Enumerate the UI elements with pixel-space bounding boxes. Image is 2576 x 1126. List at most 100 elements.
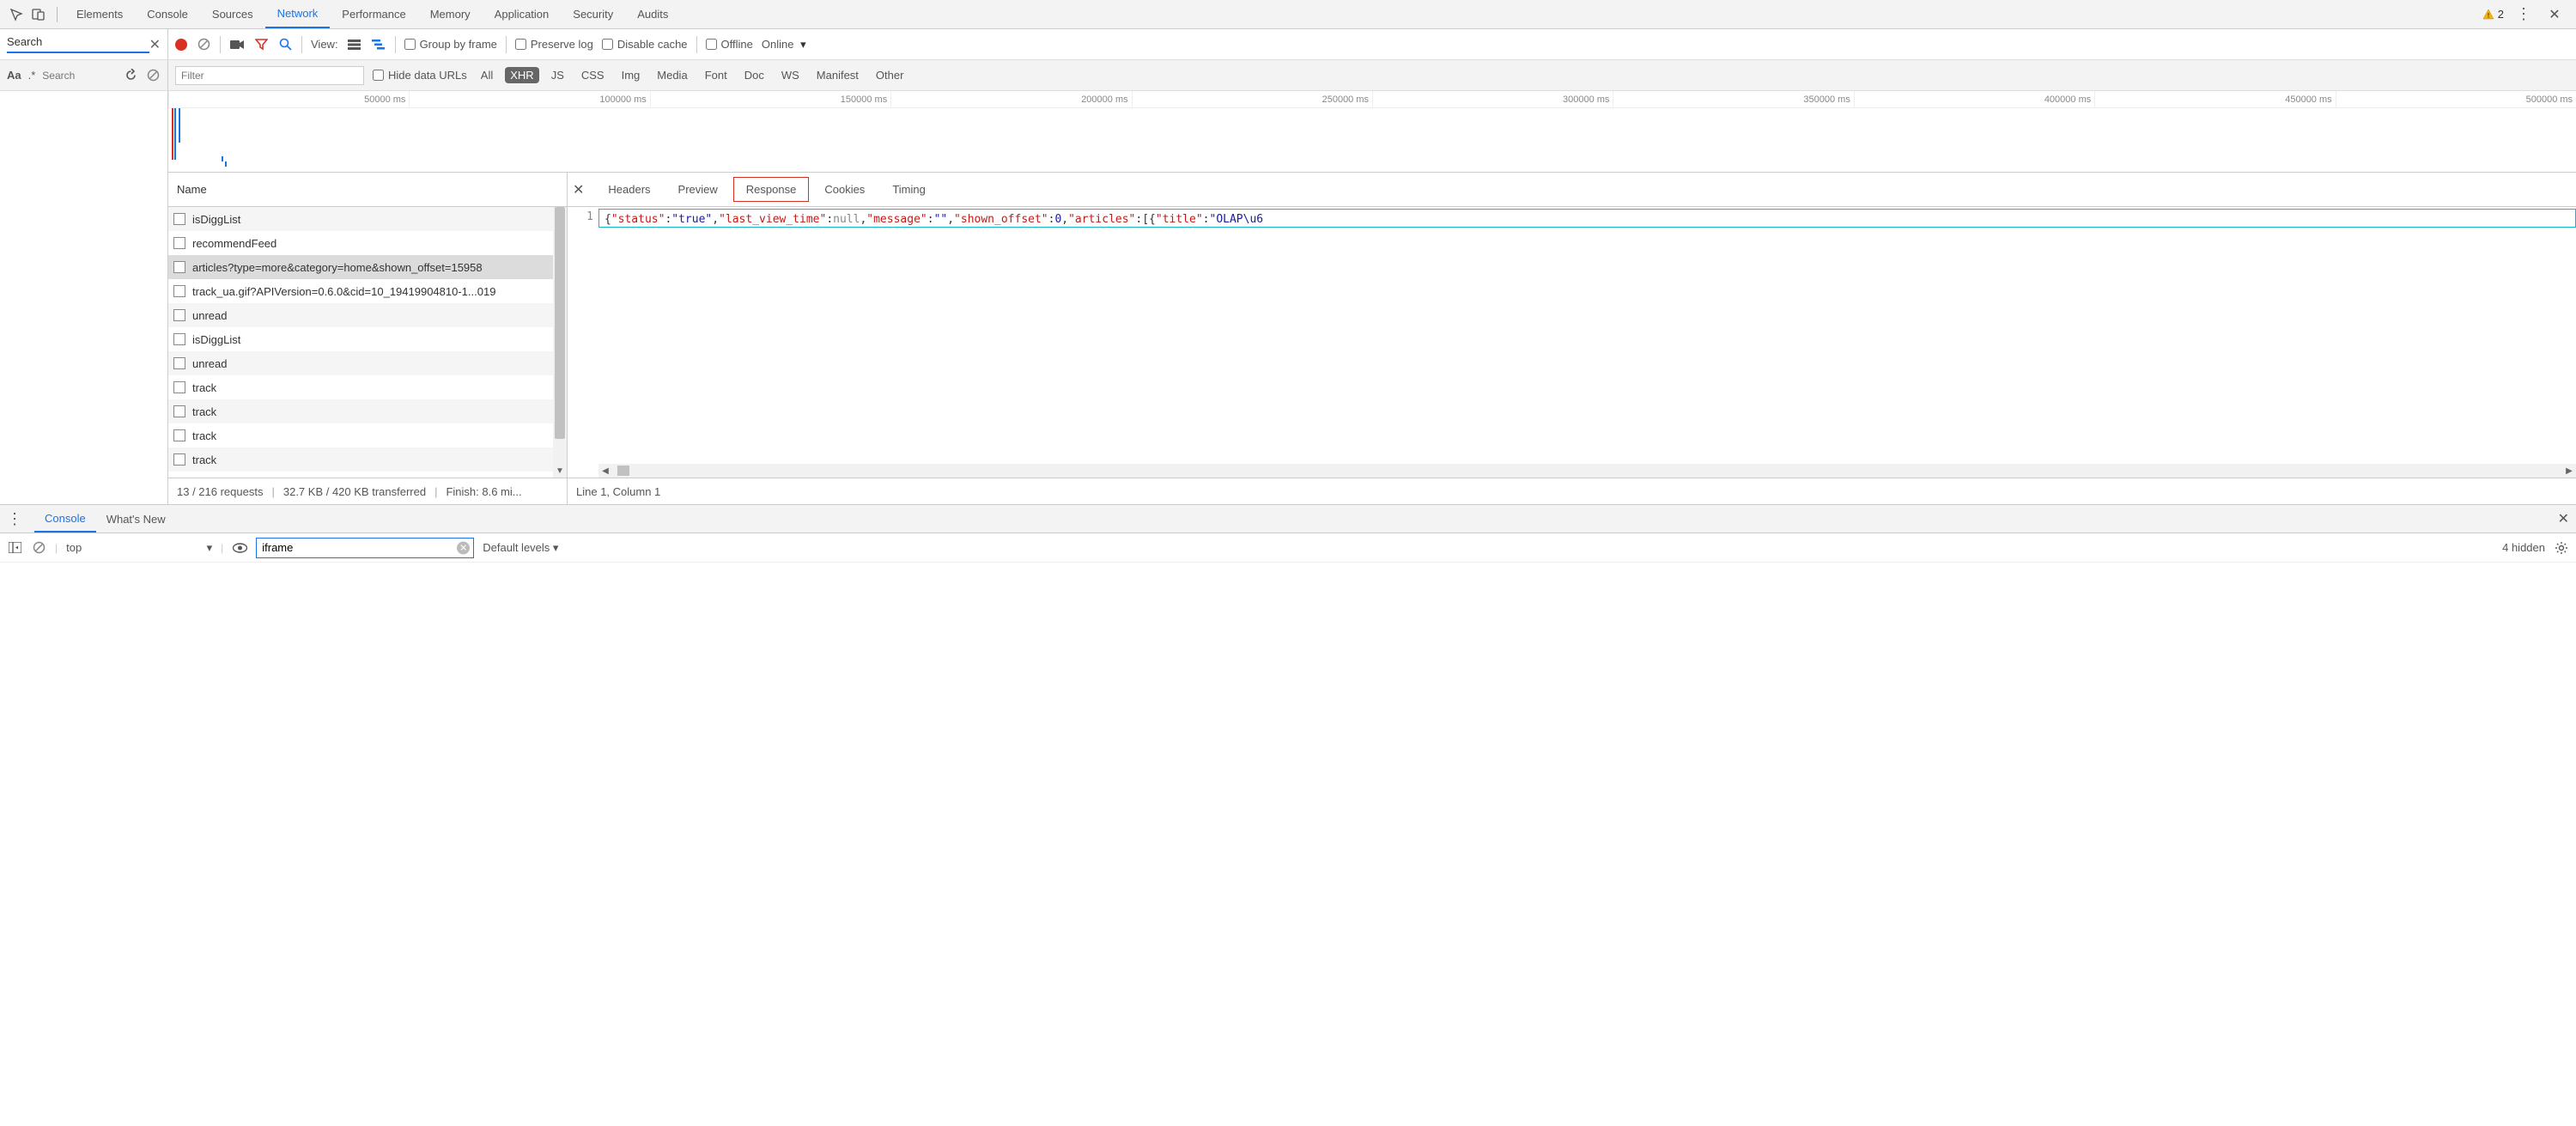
type-filter-xhr[interactable]: XHR — [505, 67, 538, 83]
request-name: unread — [192, 357, 227, 370]
disable-cache-checkbox[interactable]: Disable cache — [602, 38, 688, 51]
timeline-overview[interactable]: 50000 ms100000 ms150000 ms200000 ms25000… — [168, 91, 2576, 173]
close-devtools-icon[interactable]: ✕ — [2545, 5, 2564, 24]
request-row[interactable]: isDiggList — [168, 207, 567, 231]
type-filter-css[interactable]: CSS — [576, 67, 610, 83]
request-row[interactable]: track_ua.gif?APIVersion=0.6.0&cid=10_194… — [168, 279, 567, 303]
drawer-tabs: ⋮ ConsoleWhat's New ✕ — [0, 504, 2576, 533]
clear-icon[interactable] — [196, 37, 211, 52]
inspect-icon[interactable] — [7, 5, 26, 24]
context-select[interactable]: top ▾ — [66, 541, 212, 555]
sidebar-toggle-icon[interactable] — [7, 540, 22, 556]
type-filter-ws[interactable]: WS — [776, 67, 805, 83]
status-cursor: Line 1, Column 1 — [576, 485, 660, 498]
device-toggle-icon[interactable] — [29, 5, 48, 24]
filter-icon[interactable] — [253, 37, 269, 52]
group-by-frame-checkbox[interactable]: Group by frame — [404, 38, 497, 51]
close-search-panel-icon[interactable]: ✕ — [149, 36, 161, 53]
type-filter-all[interactable]: All — [476, 67, 498, 83]
detail-tab-response[interactable]: Response — [733, 177, 810, 202]
detail-tab-preview[interactable]: Preview — [666, 178, 730, 201]
log-levels-select[interactable]: Default levels ▾ — [483, 541, 558, 555]
detail-tab-headers[interactable]: Headers — [596, 178, 662, 201]
type-filter-other[interactable]: Other — [871, 67, 909, 83]
match-case-button[interactable]: Aa — [7, 69, 21, 82]
type-filter-manifest[interactable]: Manifest — [811, 67, 864, 83]
network-toolbar: View: Group by frame Preserve log Disabl… — [168, 29, 2576, 59]
request-list-scrollbar[interactable]: ▲ ▼ — [553, 207, 567, 478]
type-filter-media[interactable]: Media — [652, 67, 692, 83]
tab-network[interactable]: Network — [265, 0, 331, 28]
tab-audits[interactable]: Audits — [625, 0, 680, 28]
tab-performance[interactable]: Performance — [330, 0, 417, 28]
request-row[interactable]: track — [168, 399, 567, 423]
search-icon[interactable] — [277, 37, 293, 52]
clear-console-icon[interactable] — [31, 540, 46, 556]
clear-filter-icon[interactable]: ✕ — [457, 541, 470, 554]
request-name: isDiggList — [192, 213, 240, 226]
search-panel-header: Search ✕ — [0, 29, 168, 59]
response-code-line[interactable]: {"status":"true","last_view_time":null,"… — [598, 209, 2576, 228]
close-detail-icon[interactable]: ✕ — [573, 181, 584, 198]
request-row[interactable]: articles?type=more&category=home&shown_o… — [168, 255, 567, 279]
request-list-header[interactable]: Name — [168, 173, 567, 207]
record-button[interactable] — [175, 39, 187, 51]
more-menu-icon[interactable]: ⋮ — [2514, 5, 2533, 24]
request-row[interactable]: track — [168, 472, 567, 478]
file-icon — [173, 381, 185, 393]
request-row[interactable]: track — [168, 447, 567, 472]
hide-data-urls-checkbox[interactable]: Hide data URLs — [373, 69, 467, 82]
request-name: recommendFeed — [192, 237, 276, 250]
request-row[interactable]: track — [168, 375, 567, 399]
file-icon — [173, 405, 185, 417]
request-row[interactable]: unread — [168, 303, 567, 327]
status-finish: Finish: 8.6 mi... — [446, 485, 521, 498]
request-row[interactable]: unread — [168, 351, 567, 375]
tab-sources[interactable]: Sources — [200, 0, 265, 28]
request-row[interactable]: track — [168, 423, 567, 447]
search-tools: Aa .* — [0, 60, 168, 90]
tab-application[interactable]: Application — [483, 0, 562, 28]
detail-tab-cookies[interactable]: Cookies — [812, 178, 877, 201]
close-drawer-icon[interactable]: ✕ — [2558, 510, 2569, 527]
type-filter-font[interactable]: Font — [700, 67, 732, 83]
search-input[interactable] — [42, 70, 116, 82]
search-panel-label: Search — [7, 35, 149, 53]
response-body[interactable]: 1 {"status":"true","last_view_time":null… — [568, 207, 2576, 478]
camera-icon[interactable] — [229, 37, 245, 52]
drawer-tab-what-s-new[interactable]: What's New — [96, 505, 176, 533]
tab-memory[interactable]: Memory — [418, 0, 483, 28]
devtools-toolbar: ElementsConsoleSourcesNetworkPerformance… — [0, 0, 2576, 29]
console-filter-input[interactable] — [256, 538, 474, 558]
view-large-icon[interactable] — [347, 37, 362, 52]
file-icon — [173, 213, 185, 225]
timeline-tick: 100000 ms — [409, 91, 649, 107]
timeline-tick: 150000 ms — [650, 91, 890, 107]
request-row[interactable]: isDiggList — [168, 327, 567, 351]
regex-button[interactable]: .* — [28, 69, 36, 82]
clear-search-icon[interactable] — [145, 68, 161, 83]
tab-security[interactable]: Security — [561, 0, 625, 28]
throttling-select[interactable]: Online ▾ — [762, 38, 806, 52]
live-expression-icon[interactable] — [232, 540, 247, 556]
console-settings-icon[interactable] — [2554, 540, 2569, 556]
tab-elements[interactable]: Elements — [64, 0, 135, 28]
drawer-menu-icon[interactable]: ⋮ — [7, 510, 22, 528]
view-waterfall-icon[interactable] — [371, 37, 386, 52]
request-name: track — [192, 405, 216, 418]
offline-checkbox[interactable]: Offline — [706, 38, 753, 51]
filter-input[interactable] — [175, 66, 364, 85]
warnings-badge[interactable]: 2 — [2482, 8, 2504, 21]
type-filter-doc[interactable]: Doc — [739, 67, 769, 83]
preserve-log-checkbox[interactable]: Preserve log — [515, 38, 593, 51]
refresh-icon[interactable] — [123, 68, 138, 83]
tab-console[interactable]: Console — [135, 0, 200, 28]
drawer-tab-console[interactable]: Console — [34, 505, 96, 533]
detail-tab-timing[interactable]: Timing — [880, 178, 938, 201]
type-filter-img[interactable]: Img — [617, 67, 646, 83]
request-list: Name isDiggList recommendFeed articles?typ… — [168, 173, 568, 478]
response-hscrollbar[interactable]: ◀ ▶ — [598, 464, 2576, 478]
type-filter-js[interactable]: JS — [546, 67, 569, 83]
hidden-count[interactable]: 4 hidden — [2502, 541, 2545, 554]
request-row[interactable]: recommendFeed — [168, 231, 567, 255]
